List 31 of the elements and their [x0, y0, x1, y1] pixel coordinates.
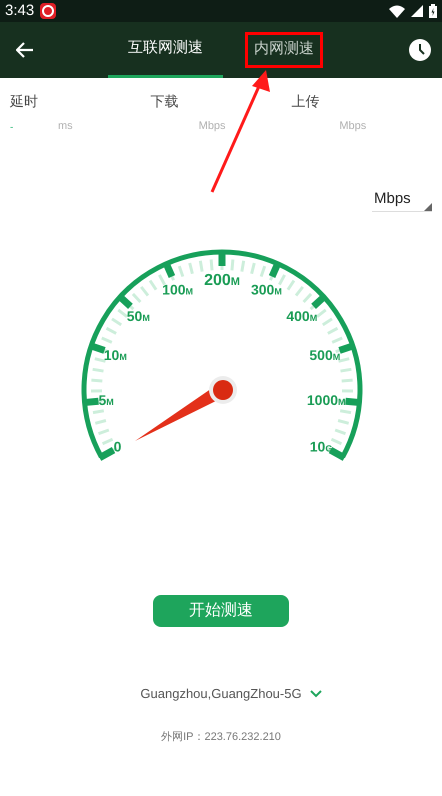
gauge-label: 500M: [309, 346, 340, 363]
clock-icon: [409, 39, 431, 61]
metric-value: -: [10, 122, 14, 133]
gauge-label: 300M: [250, 281, 282, 298]
server-selector[interactable]: Guangzhou,GuangZhou-5G: [140, 684, 302, 704]
app-notification-icon: [40, 3, 56, 19]
tab[interactable]: 互联网测速: [108, 22, 223, 78]
wifi-icon: [389, 4, 405, 18]
tab[interactable]: 内网测速: [253, 38, 315, 62]
gauge-label: 10M: [104, 346, 127, 363]
external-ip: 外网IP：223.76.232.210: [161, 730, 281, 744]
signal-icon: [411, 5, 423, 17]
metric-unit: Mbps: [339, 118, 366, 134]
gauge-label: 5M: [98, 392, 114, 408]
gauge-label: 0: [114, 438, 122, 455]
gauge-label: 1000M: [306, 392, 346, 408]
status-time: 3:43: [5, 0, 34, 21]
metric-label: 上传: [291, 92, 320, 111]
metric-unit: Mbps: [198, 118, 226, 134]
gauge-label: 400M: [286, 308, 318, 324]
metric-label: 延时: [10, 92, 39, 111]
battery-icon: [429, 4, 437, 18]
back-arrow-icon: [16, 42, 34, 58]
chevron-down-icon: [310, 690, 322, 698]
metric-unit: ms: [58, 118, 73, 134]
metric-label: 下载: [150, 92, 180, 111]
gauge-label: 100M: [162, 281, 194, 298]
gauge-label: 50M: [126, 308, 150, 324]
gauge-label: 200M: [204, 272, 240, 289]
unit-dropdown[interactable]: Mbps: [372, 188, 432, 212]
dropdown-corner-icon: [424, 203, 432, 211]
